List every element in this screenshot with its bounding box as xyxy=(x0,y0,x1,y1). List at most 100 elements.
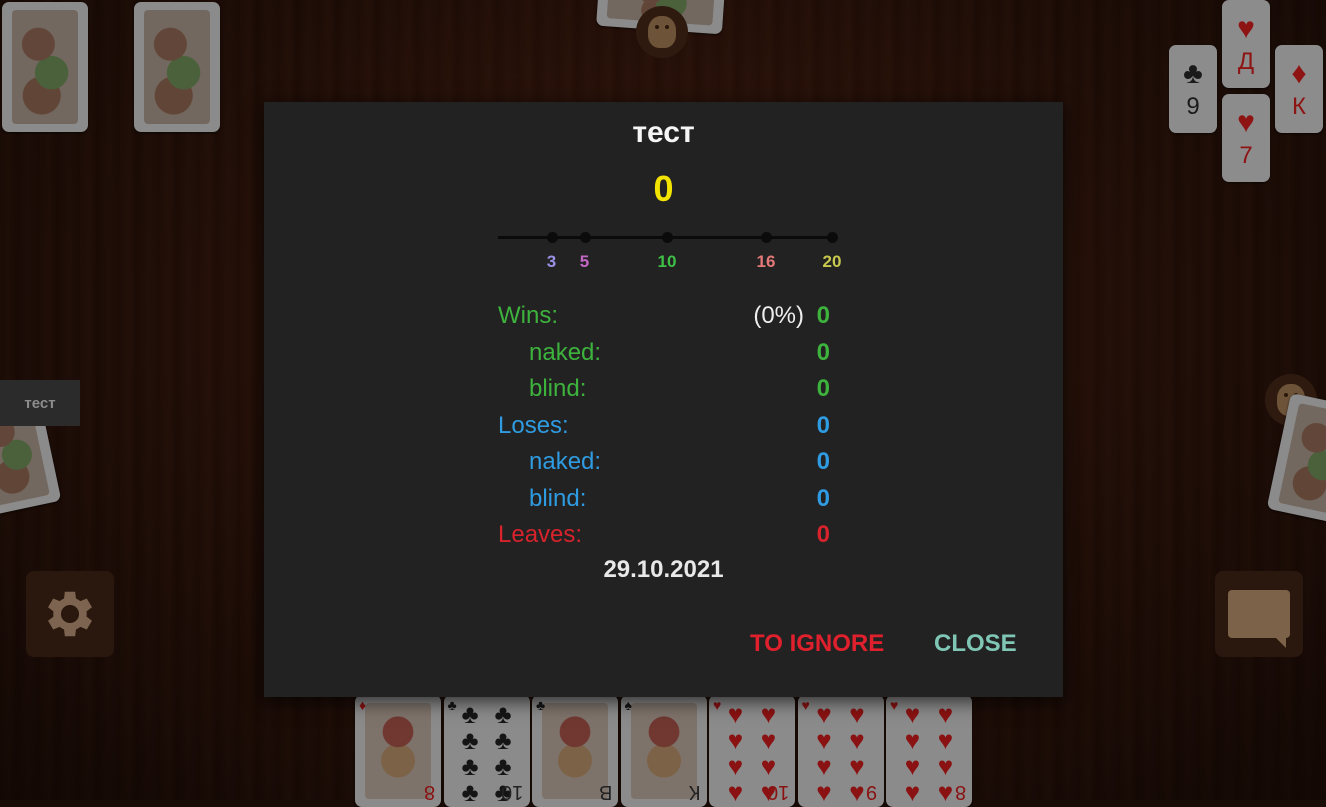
top-opponent-avatar[interactable] xyxy=(636,6,688,58)
loses-blind-label: blind: xyxy=(529,484,587,512)
card-pip: ♥ xyxy=(937,725,954,755)
loses-label: Loses: xyxy=(498,411,569,439)
scale-dot-10 xyxy=(662,232,673,243)
player-name-title: тест xyxy=(632,116,695,149)
trump-card: ♣ 9 xyxy=(1169,45,1217,133)
chat-icon xyxy=(1228,590,1290,648)
card-pip: ♥ xyxy=(904,725,921,755)
wins-naked-value: 0 xyxy=(816,338,830,366)
stat-row-loses: Loses: 0 xyxy=(498,408,830,445)
card-pip: ♥ xyxy=(904,751,921,781)
heart-icon: ♥ xyxy=(1237,12,1255,45)
card-pip: ♥ xyxy=(760,725,777,755)
card-pip: ♥ xyxy=(849,751,865,781)
player-stats-dialog: тест 0 3 5 10 16 20 Wins: (0%) 0 naked: 0 bl… xyxy=(264,102,1063,697)
chat-button[interactable] xyxy=(1215,571,1303,657)
card-pip: ♥ xyxy=(760,699,777,729)
loses-naked-label: naked: xyxy=(529,448,602,475)
card-pip: ♣ xyxy=(461,777,479,807)
left-player-name-tag: тест xyxy=(0,380,80,426)
loses-blind-value: 0 xyxy=(816,484,830,512)
loses-naked-value: 0 xyxy=(816,448,830,475)
wins-percent: (0%) xyxy=(753,302,804,329)
hand-card[interactable]: ♥ ♥ ♥ ♥ ♥ ♥ ♥ ♥ ♥ 10 xyxy=(709,695,795,807)
stat-row-wins-blind: blind: 0 xyxy=(498,371,830,408)
diamond-icon: ♦ xyxy=(1291,57,1307,90)
hand-card[interactable]: ♣ В xyxy=(532,695,618,807)
loses-value: 0 xyxy=(816,411,830,439)
card-suit-icon: ♥ xyxy=(801,697,810,713)
stat-row-loses-blind: blind: 0 xyxy=(498,481,830,518)
scale-label-16: 16 xyxy=(756,252,776,271)
date-text: 29.10.2021 xyxy=(603,556,724,583)
close-button[interactable]: CLOSE xyxy=(928,626,1023,662)
card-suit-icon: ♦ xyxy=(359,697,367,713)
trump-card: ♥ 7 xyxy=(1222,94,1270,182)
wins-naked-label: naked: xyxy=(529,338,602,366)
card-pip: ♥ xyxy=(727,777,744,807)
hand-card[interactable]: ♥ ♥ ♥ ♥ ♥ ♥ ♥ ♥ ♥ 8 xyxy=(886,695,972,807)
hand-card[interactable]: ♣ ♣ ♣ ♣ ♣ ♣ ♣ ♣ ♣ 10 xyxy=(443,695,530,807)
card-suit-icon: ♠ xyxy=(624,697,632,713)
card-pip: ♥ xyxy=(816,751,832,781)
stat-row-wins: Wins: (0%) 0 xyxy=(498,298,830,335)
card-pip: ♥ xyxy=(937,699,954,729)
wins-value: 0 xyxy=(816,302,830,329)
heart-icon: ♥ xyxy=(1237,106,1255,139)
scale-dot-20 xyxy=(827,232,838,243)
card-pip: ♥ xyxy=(904,777,921,807)
card-pip: ♥ xyxy=(849,777,865,807)
settings-button[interactable] xyxy=(26,571,114,657)
card-rank: 7 xyxy=(1239,142,1253,169)
stat-row-wins-naked: naked: 0 xyxy=(498,335,830,372)
trump-card: ♥ Д xyxy=(1222,0,1270,88)
gear-icon xyxy=(48,591,92,637)
deck-card-back[interactable] xyxy=(134,2,220,132)
owl-avatar-icon xyxy=(648,16,676,48)
card-pip: ♥ xyxy=(904,699,921,729)
card-rank: Д xyxy=(1237,48,1255,75)
card-pip: ♥ xyxy=(816,777,832,807)
card-pip: ♥ xyxy=(727,725,744,755)
card-pip: ♥ xyxy=(937,777,954,807)
card-pip: ♥ xyxy=(816,725,832,755)
card-pip: ♥ xyxy=(849,699,865,729)
hand-card[interactable]: ♠ К xyxy=(620,695,707,807)
club-icon: ♣ xyxy=(1183,57,1203,90)
deck-card-back[interactable] xyxy=(2,2,88,132)
hand-card[interactable]: ♦ 8 xyxy=(355,695,441,807)
wins-blind-label: blind: xyxy=(529,375,587,402)
card-pip: ♣ xyxy=(461,699,479,729)
card-rank: 9 xyxy=(1186,93,1200,120)
stat-row-loses-naked: naked: 0 xyxy=(498,444,830,481)
card-rank: К xyxy=(1292,93,1306,120)
card-pip: ♥ xyxy=(816,699,832,729)
scale-label-5: 5 xyxy=(579,252,590,271)
ignore-button[interactable]: TO IGNORE xyxy=(744,626,890,662)
card-suit-icon: ♣ xyxy=(536,697,546,713)
scale-dot-16 xyxy=(761,232,772,243)
scale-label-10: 10 xyxy=(657,252,677,271)
scale-dot-5 xyxy=(579,232,591,243)
card-pip: ♣ xyxy=(461,725,479,755)
card-pip: ♣ xyxy=(494,699,512,729)
card-suit-icon: ♥ xyxy=(713,697,722,713)
card-pip: ♣ xyxy=(461,751,479,781)
card-pip: ♥ xyxy=(937,751,954,781)
card-pip: ♥ xyxy=(727,751,744,781)
wins-blind-value: 0 xyxy=(816,375,830,402)
card-suit-icon: ♣ xyxy=(447,697,457,713)
registration-date: 29.10.2021 xyxy=(264,556,1063,584)
scale-label-20: 20 xyxy=(822,252,842,271)
card-pip: ♣ xyxy=(494,725,512,755)
card-face-art xyxy=(630,703,697,799)
scale-dot-3 xyxy=(546,232,558,243)
scale-label-3: 3 xyxy=(546,252,557,271)
player-rating: 0 xyxy=(653,168,674,209)
card-suit-icon: ♥ xyxy=(890,697,899,713)
hand-card[interactable]: ♥ ♥ ♥ ♥ ♥ ♥ ♥ ♥ ♥ 9 xyxy=(797,695,884,807)
leaves-label: Leaves: xyxy=(498,521,583,548)
wins-label: Wins: xyxy=(498,302,558,329)
trump-card: ♦ К xyxy=(1275,45,1323,133)
card-pip: ♣ xyxy=(494,751,512,781)
